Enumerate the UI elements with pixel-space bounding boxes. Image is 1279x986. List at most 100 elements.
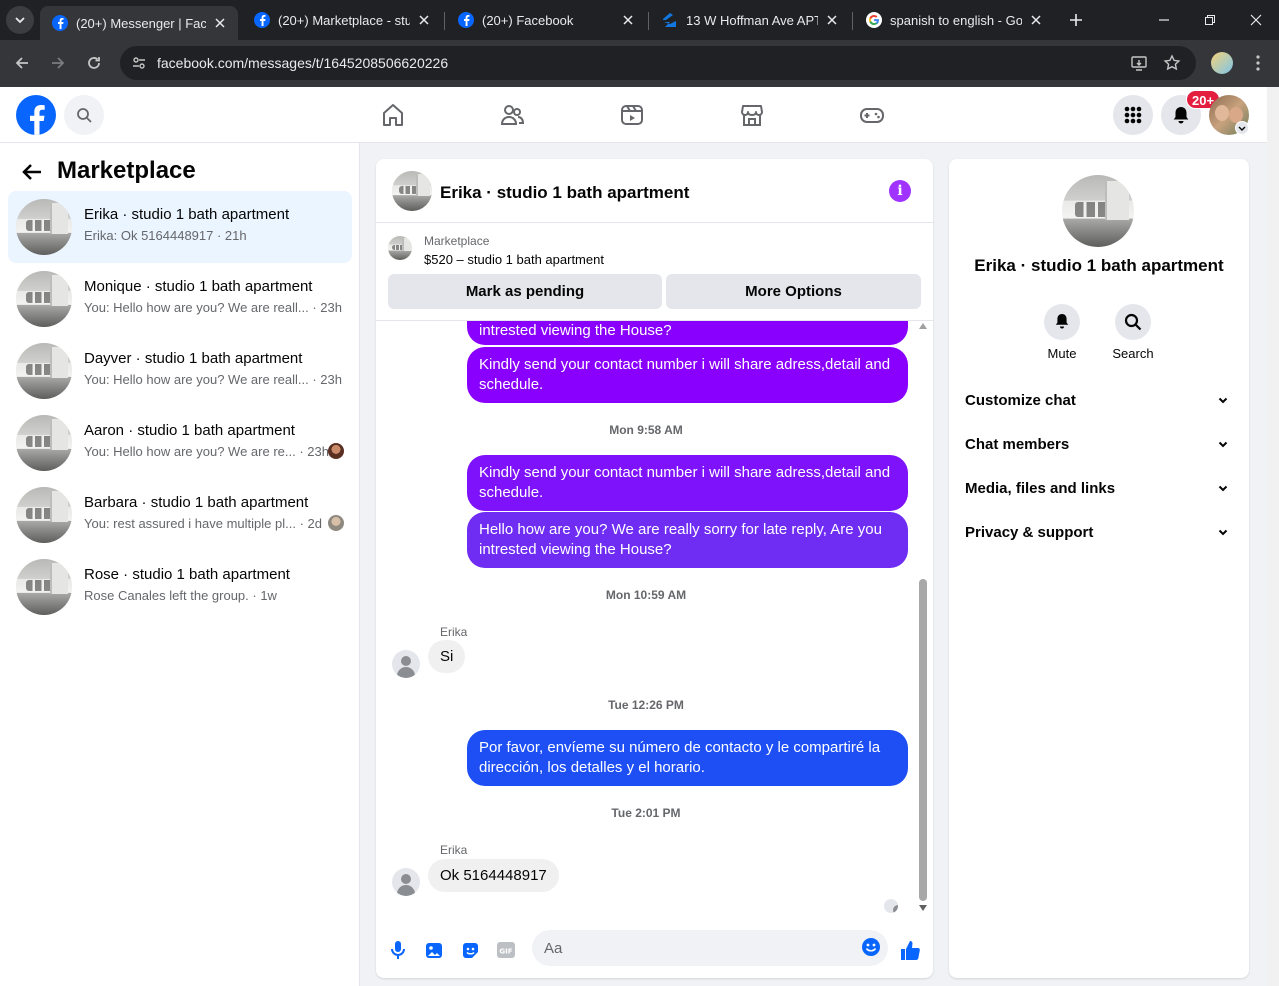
outgoing-message[interactable]: Hello how are you? We are really sorry f… [467, 512, 908, 568]
outgoing-message[interactable]: Kindly send your contact number i will s… [467, 347, 908, 403]
more-options-button[interactable]: More Options [666, 274, 921, 309]
sender-name: Erika [440, 625, 468, 639]
mute-button[interactable] [1044, 304, 1080, 340]
install-app-icon[interactable] [1128, 52, 1150, 74]
conversation-item[interactable]: Rose · studio 1 bath apartment Rose Cana… [8, 551, 352, 623]
facebook-search-button[interactable] [64, 95, 104, 135]
browser-tab-google[interactable]: spanish to english - Google [854, 4, 1054, 36]
chat-title[interactable]: Erika · studio 1 bath apartment [440, 183, 689, 203]
profile-avatar-icon [1211, 52, 1233, 74]
page-scrollbar[interactable] [1267, 87, 1279, 986]
info-icon[interactable]: i [889, 180, 911, 202]
chat-members-section[interactable]: Chat members [957, 422, 1241, 466]
mark-as-pending-button[interactable]: Mark as pending [388, 274, 662, 309]
close-tab-icon[interactable] [824, 12, 840, 28]
media-files-links-section[interactable]: Media, files and links [957, 466, 1241, 510]
browser-tab-marketplace[interactable]: (20+) Marketplace - studio [242, 4, 442, 36]
incoming-message[interactable]: Ok 5164448917 [428, 859, 559, 892]
close-tab-icon[interactable] [620, 12, 636, 28]
search-in-conversation-button[interactable] [1115, 304, 1151, 340]
bell-icon [1055, 314, 1069, 329]
nav-video[interactable] [618, 101, 646, 129]
arrow-left-icon [22, 164, 41, 180]
tab-separator [444, 12, 445, 30]
kebab-menu-icon [1256, 55, 1260, 71]
nav-friends[interactable] [498, 101, 526, 129]
profile-button[interactable] [1209, 50, 1235, 76]
minimize-button[interactable] [1152, 8, 1176, 32]
message-list[interactable]: intrested viewing the House? Kindly send… [376, 321, 933, 921]
account-menu-chevron[interactable] [1235, 121, 1249, 135]
conversation-preview: You: Hello how are you? We are re... · 2… [84, 444, 329, 459]
close-window-button[interactable] [1244, 8, 1268, 32]
arrow-left-icon [15, 57, 28, 69]
chat-scrollbar-thumb[interactable] [919, 579, 927, 901]
customize-chat-section[interactable]: Customize chat [957, 378, 1241, 422]
restore-button[interactable] [1198, 8, 1222, 32]
conversation-item[interactable]: Barbara · studio 1 bath apartment You: r… [8, 479, 352, 551]
conversation-preview: Erika: Ok 5164448917 · 21h [84, 228, 247, 243]
conversation-preview: You: Hello how are you? We are reall... … [84, 372, 342, 387]
listing-thumbnail [16, 487, 72, 543]
incoming-message[interactable]: Si [428, 640, 466, 673]
outgoing-message[interactable]: intrested viewing the House? [467, 321, 908, 345]
browser-tab-strip: (20+) Messenger | Facebook (20+) Marketp… [0, 0, 1279, 40]
privacy-support-section[interactable]: Privacy & support [957, 510, 1241, 554]
contact-avatar[interactable] [392, 868, 420, 896]
browser-tab-facebook[interactable]: (20+) Facebook [446, 4, 646, 36]
attach-photo-button[interactable] [422, 938, 446, 962]
info-listing-thumbnail[interactable] [1062, 175, 1134, 247]
google-icon [866, 12, 882, 28]
search-icon [77, 108, 92, 123]
conversation-name: Monique · studio 1 bath apartment [84, 278, 313, 295]
back-button[interactable] [9, 50, 35, 76]
url-text: facebook.com/messages/t/1645208506620226 [157, 55, 449, 71]
contact-avatar[interactable] [392, 650, 420, 678]
svg-text:GIF: GIF [499, 948, 512, 956]
forward-button[interactable] [45, 50, 71, 76]
like-button[interactable] [898, 938, 922, 962]
address-bar[interactable]: facebook.com/messages/t/1645208506620226 [120, 46, 1196, 80]
browser-toolbar: facebook.com/messages/t/1645208506620226 [0, 40, 1279, 87]
emoji-button[interactable] [859, 935, 883, 959]
listing-mini-thumbnail[interactable] [388, 236, 412, 260]
plus-icon [1070, 14, 1082, 26]
marketplace-listing-bar: Marketplace $520 – studio 1 bath apartme… [376, 224, 933, 321]
message-input[interactable] [532, 930, 888, 966]
menu-button[interactable] [1113, 95, 1153, 135]
reload-button[interactable] [81, 50, 107, 76]
chat-thumbnail[interactable] [392, 171, 432, 211]
browser-tab-zillow[interactable]: 13 W Hoffman Ave APT 2 [650, 4, 850, 36]
search-action[interactable]: Search [1103, 304, 1163, 361]
listing-price[interactable]: $520 – studio 1 bath apartment [424, 252, 604, 267]
listing-thumbnail [16, 343, 72, 399]
browser-tab-messenger[interactable]: (20+) Messenger | Facebook [40, 6, 238, 40]
sticker-button[interactable] [458, 938, 482, 962]
message-timestamp: Tue 2:01 PM [611, 806, 681, 820]
facebook-logo[interactable] [16, 95, 56, 135]
voice-clip-button[interactable] [386, 938, 410, 962]
marketplace-icon [741, 105, 763, 126]
nav-home[interactable] [379, 101, 407, 129]
gif-button[interactable]: GIF [494, 938, 518, 962]
restore-icon [1205, 15, 1215, 25]
outgoing-message[interactable]: Kindly send your contact number i will s… [467, 455, 908, 511]
nav-marketplace[interactable] [738, 101, 766, 129]
new-tab-button[interactable] [1064, 8, 1088, 32]
outgoing-message[interactable]: Por favor, envíeme su número de contacto… [467, 730, 908, 786]
nav-gaming[interactable] [858, 101, 886, 129]
chevron-down-icon [1213, 478, 1233, 498]
mute-action[interactable]: Mute [1032, 304, 1092, 361]
close-tab-icon[interactable] [212, 15, 228, 31]
close-tab-icon[interactable] [416, 12, 432, 28]
conversation-item[interactable]: Dayver · studio 1 bath apartment You: He… [8, 335, 352, 407]
close-tab-icon[interactable] [1028, 12, 1044, 28]
bookmark-star-icon[interactable] [1161, 52, 1183, 74]
browser-menu-button[interactable] [1245, 50, 1271, 76]
back-arrow-button[interactable] [20, 160, 44, 184]
conversation-item[interactable]: Erika · studio 1 bath apartment Erika: O… [8, 191, 352, 263]
site-settings-icon[interactable] [128, 52, 150, 74]
conversation-item[interactable]: Aaron · studio 1 bath apartment You: Hel… [8, 407, 352, 479]
tab-search-button[interactable] [6, 6, 34, 34]
conversation-item[interactable]: Monique · studio 1 bath apartment You: H… [8, 263, 352, 335]
